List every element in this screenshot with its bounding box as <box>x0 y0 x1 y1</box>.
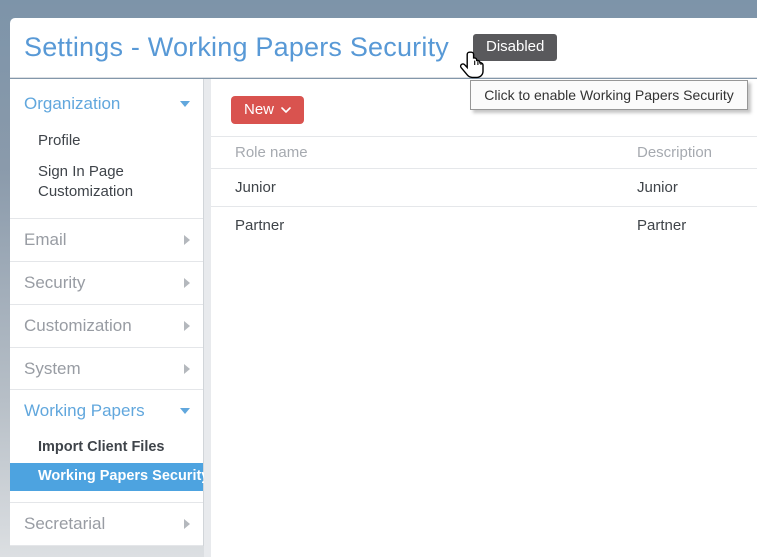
sidebar-item-label: Working Papers <box>24 401 145 421</box>
sidebar-item-secretarial[interactable]: Secretarial <box>10 503 203 545</box>
main-content: New Role name Description Junior Junior Par… <box>211 79 757 557</box>
sidebar-group: Customization <box>10 303 203 347</box>
sidebar-item-sign-in-page-customization[interactable]: Sign In Page Customization <box>10 156 203 207</box>
sidebar-group: Attorneys Trust Accounts <box>10 544 203 557</box>
sidebar-item-email[interactable]: Email <box>10 219 203 261</box>
page-title: Settings - Working Papers Security <box>24 32 449 62</box>
sidebar-item-label: System <box>24 358 81 378</box>
sidebar-subitems: Import Client Files Working Papers Securi… <box>10 432 209 502</box>
panel-divider <box>204 79 211 557</box>
new-button[interactable]: New <box>231 96 305 124</box>
sidebar-group: Organization Profile Sign In Page Customiz… <box>10 79 203 218</box>
chevron-right-icon <box>184 363 190 374</box>
sidebar-item-working-papers[interactable]: Working Papers <box>10 390 203 432</box>
tooltip: Click to enable Working Papers Security <box>470 80 748 110</box>
sidebar-group: System <box>10 346 203 390</box>
sidebar-item-label: Secretarial <box>24 513 106 533</box>
cell-description: Partner <box>637 217 687 234</box>
chevron-down-icon <box>281 106 291 113</box>
new-button-label: New <box>244 101 275 118</box>
chevron-right-icon <box>184 235 190 246</box>
cell-role-name: Junior <box>211 168 637 207</box>
tooltip-text: Click to enable Working Papers Security <box>484 87 734 103</box>
sidebar-group: Working Papers Import Client Files Working… <box>10 389 209 502</box>
sidebar-item-label: Email <box>24 230 67 250</box>
sidebar-item-system[interactable]: System <box>10 348 203 390</box>
sidebar-subitems: Profile Sign In Page Customization <box>10 125 203 219</box>
sidebar: Organization Profile Sign In Page Customiz… <box>10 79 209 557</box>
sidebar-item-profile[interactable]: Profile <box>10 125 203 157</box>
sidebar-item-working-papers-security[interactable]: Working Papers Security <box>10 463 209 491</box>
sidebar-item-customization[interactable]: Customization <box>10 305 203 347</box>
roles-table-body: Junior Junior Partner Partner <box>211 168 757 245</box>
column-header-role-name: Role name <box>211 136 637 169</box>
roles-table: Role name Description Junior Junior Partner… <box>211 136 757 244</box>
sidebar-item-import-client-files[interactable]: Import Client Files <box>10 432 203 463</box>
chevron-right-icon <box>184 277 190 288</box>
chevron-right-icon <box>184 518 190 529</box>
column-header-description: Description <box>637 136 757 169</box>
page-header: Settings - Working Papers Security Disab… <box>10 18 757 78</box>
sidebar-item-label: Security <box>24 273 86 293</box>
cell-description: Junior <box>637 168 757 207</box>
sidebar-group: Secretarial <box>10 501 203 545</box>
cell-role-name: Partner <box>235 217 285 234</box>
sidebar-item-attorneys-trust-accounts[interactable]: Attorneys Trust Accounts <box>10 546 203 557</box>
table-row[interactable]: Partner Partner <box>211 207 757 245</box>
security-status-toggle-button[interactable]: Disabled <box>472 34 558 61</box>
sidebar-item-organization[interactable]: Organization <box>10 79 203 125</box>
app-body: Organization Profile Sign In Page Customiz… <box>10 79 757 557</box>
page-backdrop: { "page": { "title": "Settings - Working… <box>0 0 757 557</box>
sidebar-item-label: Customization <box>24 315 132 335</box>
sidebar-item-security[interactable]: Security <box>10 262 203 304</box>
sidebar-item-label: Organization <box>24 94 121 113</box>
roles-table-header: Role name Description <box>211 136 757 169</box>
chevron-down-icon <box>180 100 190 107</box>
sidebar-group: Email <box>10 218 203 261</box>
sidebar-group: Security <box>10 261 203 304</box>
chevron-down-icon <box>180 408 190 415</box>
table-row[interactable]: Junior Junior <box>211 168 757 207</box>
chevron-right-icon <box>184 320 190 331</box>
